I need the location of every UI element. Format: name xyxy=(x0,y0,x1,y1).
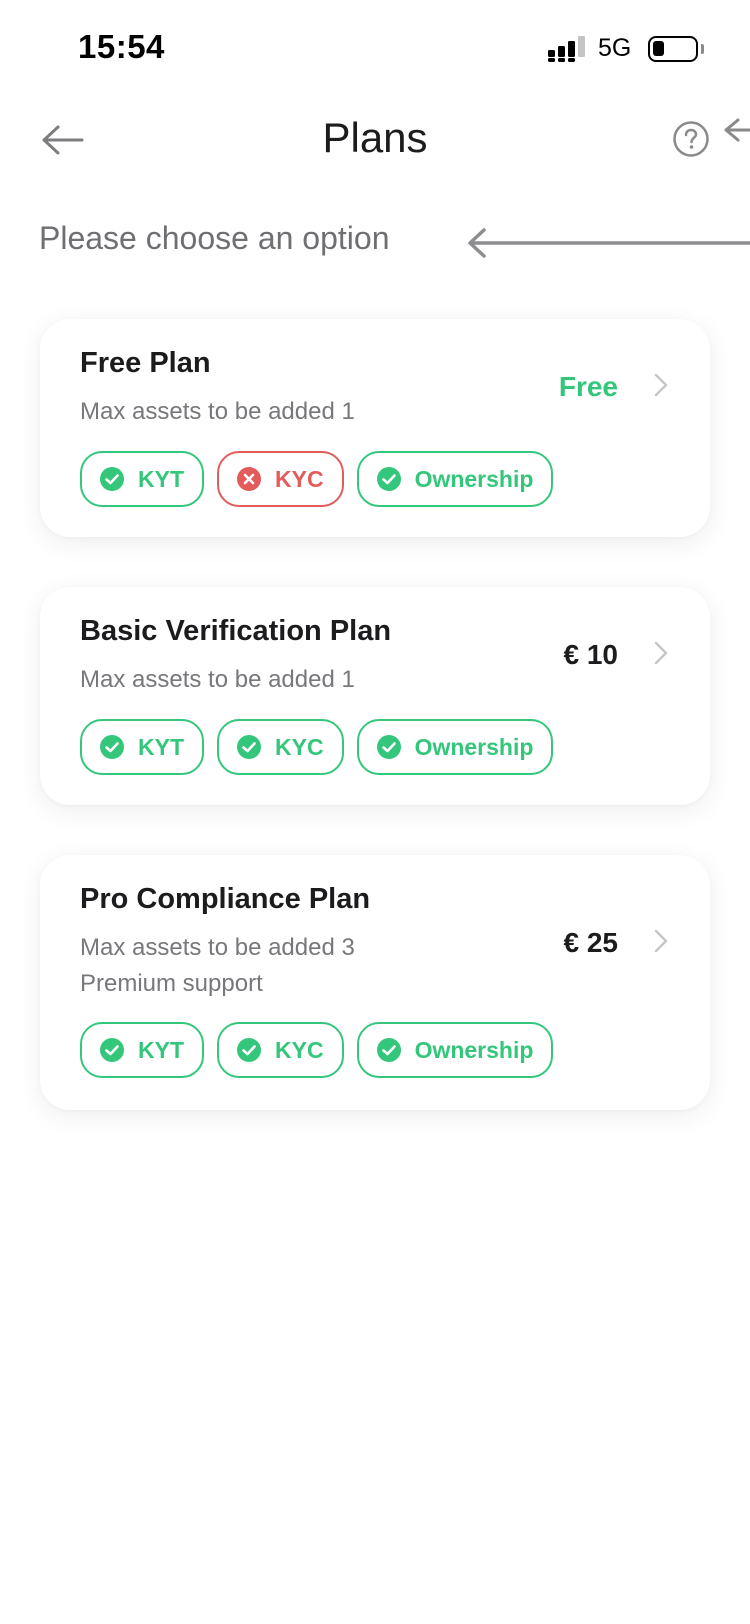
plan-price: € 10 xyxy=(563,639,619,670)
battery-tip xyxy=(701,44,704,54)
badge-label: KYT xyxy=(138,1036,184,1063)
badge-label: KYT xyxy=(138,465,184,492)
chevron-right-icon xyxy=(654,929,668,953)
plan-description: Max assets to be added 1 xyxy=(80,666,355,693)
pointer-arrow-icon xyxy=(724,118,750,142)
plan-card-pro[interactable]: Pro Compliance Plan Max assets to be add… xyxy=(40,855,710,1110)
chevron-right-icon xyxy=(654,641,668,665)
plan-card-free[interactable]: Free Plan Max assets to be added 1 Free … xyxy=(40,319,710,537)
status-bar: 15:54 5G xyxy=(0,0,750,100)
check-circle-icon xyxy=(237,735,261,759)
feature-badges: KYT KYC Ownership xyxy=(80,1022,554,1078)
badge-label: KYT xyxy=(138,733,184,760)
badge-ownership: Ownership xyxy=(356,719,554,775)
check-circle-icon xyxy=(100,467,124,491)
badge-kyc: KYC xyxy=(217,719,344,775)
badge-ownership: Ownership xyxy=(356,1022,554,1078)
chevron-right-icon xyxy=(654,373,668,397)
plan-description-extra: Premium support xyxy=(80,970,263,997)
feature-badges: KYT KYC Ownership xyxy=(80,719,554,775)
badge-kyc: KYC xyxy=(217,1022,344,1078)
badge-label: Ownership xyxy=(414,733,534,760)
question-circle-icon[interactable] xyxy=(672,120,710,158)
badge-kyt: KYT xyxy=(80,451,204,507)
feature-badges: KYT KYC Ownership xyxy=(80,451,554,507)
badge-label: KYC xyxy=(275,733,324,760)
check-circle-icon xyxy=(376,467,401,491)
status-time: 15:54 xyxy=(78,28,165,65)
plan-name: Pro Compliance Plan xyxy=(80,883,371,915)
header: Plans xyxy=(0,100,750,180)
section-subtitle: Please choose an option xyxy=(39,220,390,256)
badge-label: Ownership xyxy=(414,465,534,492)
plan-name: Free Plan xyxy=(80,347,211,379)
plan-price: Free xyxy=(558,371,618,402)
badge-kyt: KYT xyxy=(80,719,204,775)
plan-description: Max assets to be added 1 xyxy=(80,398,355,425)
badge-label: KYC xyxy=(275,1036,324,1063)
plan-card-basic[interactable]: Basic Verification Plan Max assets to be… xyxy=(40,587,710,805)
check-circle-icon xyxy=(237,1038,261,1062)
check-circle-icon xyxy=(376,735,401,759)
x-circle-icon xyxy=(237,467,261,491)
plan-name: Basic Verification Plan xyxy=(80,615,392,647)
network-type: 5G xyxy=(598,34,632,62)
check-circle-icon xyxy=(100,1038,124,1062)
badge-label: Ownership xyxy=(414,1036,534,1063)
battery-icon xyxy=(648,36,698,62)
badge-ownership: Ownership xyxy=(356,451,554,507)
badge-kyt: KYT xyxy=(80,1022,204,1078)
plan-price: € 25 xyxy=(563,927,619,958)
cellular-signal-icon xyxy=(548,36,585,62)
page-title: Plans xyxy=(322,114,428,161)
pointer-arrow-icon xyxy=(468,228,750,258)
plan-description: Max assets to be added 3 xyxy=(80,934,355,961)
badge-kyc: KYC xyxy=(217,451,344,507)
check-circle-icon xyxy=(100,735,124,759)
check-circle-icon xyxy=(376,1038,401,1062)
badge-label: KYC xyxy=(275,465,324,492)
